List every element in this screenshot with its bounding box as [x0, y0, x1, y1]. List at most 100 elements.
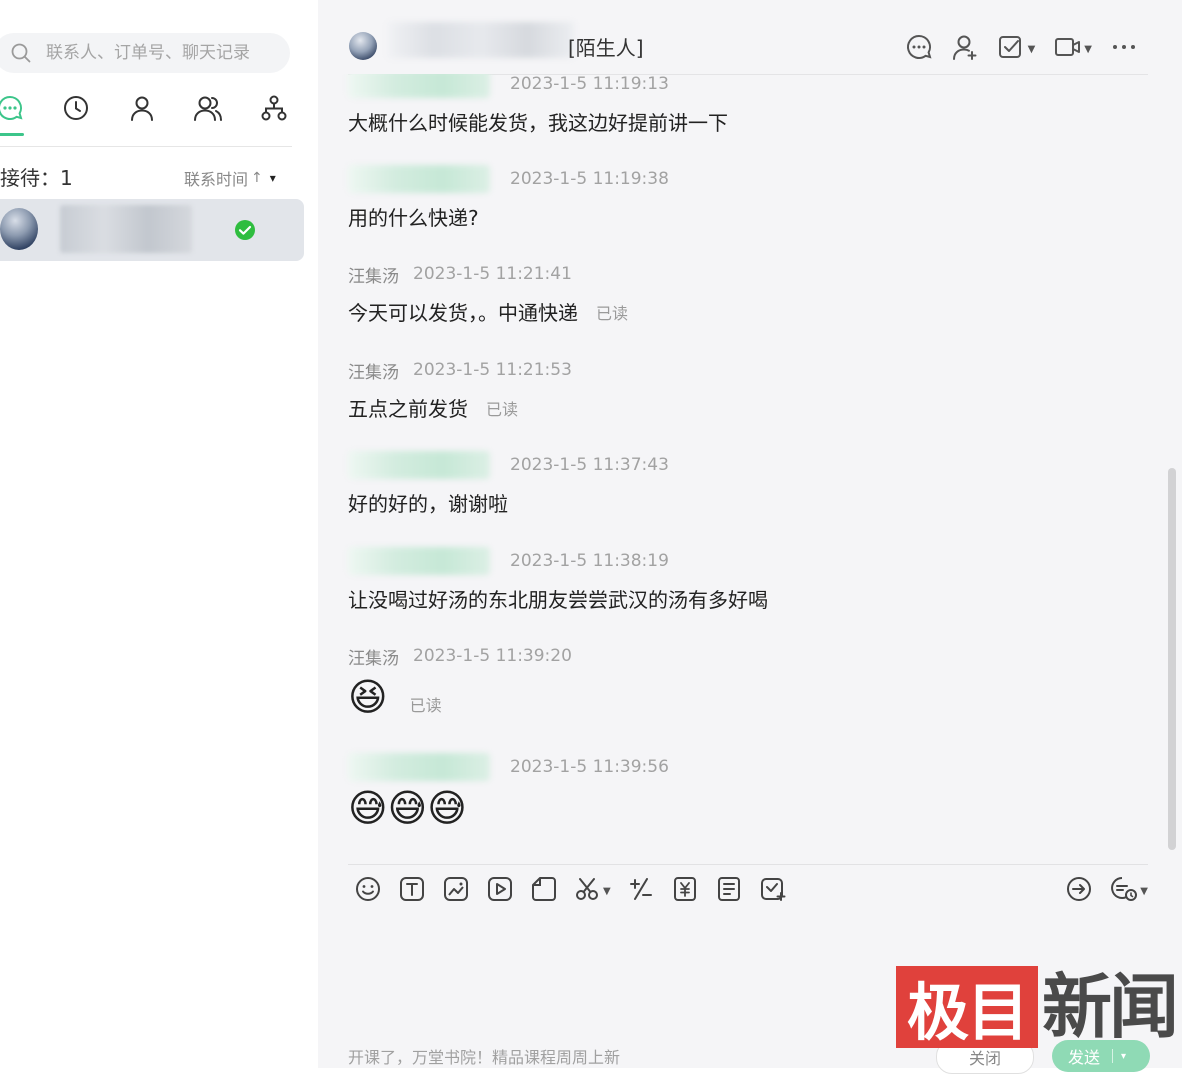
sidebar-divider — [0, 146, 292, 147]
message-meta: 汪集汤 2023-1-5 11:21:41 — [348, 263, 1128, 287]
file-icon — [530, 877, 558, 907]
contact-list-item[interactable] — [0, 199, 304, 261]
message: 2023-1-5 11:38:19 让没喝过好汤的东北朋友尝尝武汉的汤有多好喝 — [348, 547, 1128, 613]
invoice-icon — [715, 877, 743, 907]
message-time: 2023-1-5 11:39:56 — [510, 757, 669, 777]
reception-count: 接待：1 — [0, 166, 73, 190]
scrollbar[interactable] — [1168, 80, 1178, 860]
message-sender: 汪集汤 — [348, 648, 399, 669]
video-icon — [1053, 33, 1083, 65]
message: 2023-1-5 11:19:13 大概什么时候能发货，我这边好提前讲一下 — [348, 74, 1128, 136]
message: 2023-1-5 11:39:56 😅😅😅 — [348, 753, 1128, 830]
chat-header: [陌生人] ▼ ▼ — [318, 0, 1148, 74]
message-body: 用的什么快递? — [348, 206, 479, 230]
tab-groups[interactable] — [192, 92, 224, 128]
message-time: 2023-1-5 11:19:13 — [510, 74, 669, 94]
message: 汪集汤 2023-1-5 11:21:41 今天可以发货，。中通快递 已读 — [348, 263, 1128, 326]
more-icon — [1110, 33, 1138, 65]
message-time: 2023-1-5 11:19:38 — [510, 169, 669, 189]
image-button[interactable] — [442, 875, 470, 907]
search-input[interactable] — [46, 33, 276, 73]
message-time: 2023-1-5 11:39:20 — [413, 646, 572, 666]
message-meta: 2023-1-5 11:38:19 — [348, 547, 1128, 575]
message-text: 😅😅😅 — [348, 786, 1128, 830]
composer-divider — [348, 864, 1148, 865]
promo-text[interactable]: 开课了，万堂书院！精品课程周周上新 — [348, 1044, 620, 1068]
caret-down-icon: ▾ — [269, 171, 276, 185]
scrollbar-thumb[interactable] — [1168, 468, 1176, 850]
more-button[interactable] — [1110, 33, 1138, 65]
sort-label: 联系时间 — [184, 170, 249, 189]
sidebar: 接待：1 联系时间 ↑ ▾ — [0, 0, 318, 1068]
avatar[interactable] — [349, 32, 377, 60]
message: 2023-1-5 11:19:38 用的什么快递? — [348, 165, 1128, 231]
chat-transfer-icon — [905, 33, 933, 65]
invoice-button[interactable] — [715, 875, 743, 907]
message-text: 五点之前发货 已读 — [348, 393, 1128, 422]
header-toolbar: ▼ ▼ — [905, 34, 1138, 64]
message-list[interactable]: 2023-1-5 11:19:13 大概什么时候能发货，我这边好提前讲一下 20… — [318, 74, 1158, 862]
caret-down-icon: ▼ — [1027, 43, 1036, 55]
message-meta: 2023-1-5 11:37:43 — [348, 451, 1128, 479]
composer-toolbar-right: ▼ — [1065, 874, 1148, 908]
message: 汪集汤 2023-1-5 11:39:20 😆 已读 — [348, 645, 1128, 719]
search-box[interactable] — [0, 33, 290, 73]
tab-chat[interactable] — [0, 92, 26, 128]
message-text: 用的什么快递? — [348, 202, 1128, 231]
sender-name-redacted — [348, 451, 490, 479]
chat-icon — [0, 93, 25, 127]
emoji-button[interactable] — [354, 875, 382, 907]
video-call-button[interactable]: ▼ — [1053, 33, 1092, 65]
file-button[interactable] — [530, 875, 558, 907]
task-button[interactable]: ▼ — [997, 33, 1036, 65]
caret-down-icon[interactable]: ▾ — [1121, 1051, 1126, 1062]
news-watermark-logo: 极目 新闻 — [896, 964, 1184, 1050]
chat-panel: [陌生人] ▼ ▼ 2023-1-5 11:19:13 大概什么时候能发货，我这… — [318, 0, 1182, 1074]
history-button[interactable]: ▼ — [1109, 875, 1148, 907]
user-add-icon — [951, 33, 979, 65]
sender-name-redacted — [348, 165, 490, 193]
transfer-button[interactable] — [1065, 875, 1093, 907]
tab-history[interactable] — [60, 92, 92, 128]
calculator-icon — [627, 878, 655, 907]
user-profile-button[interactable] — [951, 33, 979, 65]
order-button[interactable] — [759, 875, 787, 907]
text-button[interactable] — [398, 875, 426, 907]
message-text: 😆 已读 — [348, 675, 1128, 719]
send-divider — [1112, 1049, 1114, 1063]
tab-contacts[interactable] — [126, 92, 158, 128]
message-body: 让没喝过好汤的东北朋友尝尝武汉的汤有多好喝 — [348, 588, 768, 612]
contact-tag: [陌生人] — [568, 36, 644, 60]
avatar — [0, 208, 38, 250]
sender-name-redacted — [348, 547, 490, 575]
text-icon — [398, 877, 426, 907]
clock-icon — [62, 94, 90, 126]
message-text: 大概什么时候能发货，我这边好提前讲一下 — [348, 107, 1128, 136]
message-text: 让没喝过好汤的东北朋友尝尝武汉的汤有多好喝 — [348, 584, 1128, 613]
contact-name-redacted — [60, 205, 192, 253]
sender-name-redacted — [348, 753, 490, 781]
watermark-red-block: 极目 — [896, 966, 1038, 1049]
check-circle-icon — [234, 219, 256, 241]
tab-organization[interactable] — [258, 92, 290, 128]
person-icon — [128, 94, 156, 126]
read-status: 已读 — [486, 399, 519, 419]
message-text: 今天可以发货，。中通快递 已读 — [348, 297, 1128, 326]
task-check-icon — [997, 33, 1027, 65]
calculator-button[interactable] — [627, 875, 655, 907]
message-body: 五点之前发货 — [348, 397, 468, 421]
video-button[interactable] — [486, 875, 514, 907]
message-text: 好的好的，谢谢啦 — [348, 488, 1128, 517]
composer-toolbar: ▼ — [354, 874, 787, 908]
message-meta: 2023-1-5 11:19:13 — [348, 74, 1128, 98]
message-time: 2023-1-5 11:21:53 — [413, 360, 572, 380]
message: 2023-1-5 11:37:43 好的好的，谢谢啦 — [348, 451, 1128, 517]
sort-dropdown[interactable]: 联系时间 ↑ ▾ — [184, 166, 276, 190]
transfer-chat-button[interactable] — [905, 33, 933, 65]
screenshot-button[interactable]: ▼ — [574, 875, 611, 907]
coupon-button[interactable] — [671, 875, 699, 907]
caret-down-icon: ▼ — [1140, 885, 1148, 897]
coupon-icon — [671, 877, 699, 907]
read-status: 已读 — [409, 696, 442, 715]
window-edge — [1182, 0, 1200, 1068]
